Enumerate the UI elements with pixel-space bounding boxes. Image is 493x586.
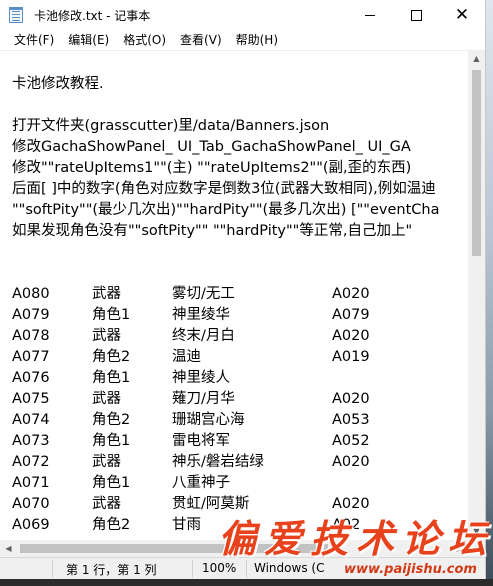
maximize-button[interactable] (393, 0, 439, 30)
item-type: 角色1 (92, 475, 131, 491)
item-ref: A019 (332, 349, 370, 365)
item-code: A075 (12, 391, 50, 407)
scroll-down-icon[interactable]: ▼ (468, 523, 485, 540)
item-ref: A053 (332, 412, 370, 428)
scroll-right-icon[interactable]: ▶ (451, 540, 468, 557)
item-name: 神里绫人 (172, 370, 230, 386)
horizontal-scroll-thumb[interactable] (20, 544, 328, 553)
item-type: 武器 (92, 286, 121, 302)
item-name: 珊瑚宫心海 (172, 412, 245, 428)
notepad-window: 卡池修改.txt - 记事本 ✕ 文件(F) 编辑(E) 格式(O) 查看(V)… (0, 0, 486, 586)
text-line: 打开文件夹(grasscutter)里/data/Banners.json (12, 118, 330, 134)
item-code: A079 (12, 307, 50, 323)
close-button[interactable]: ✕ (439, 0, 485, 30)
item-code: A069 (12, 517, 50, 533)
item-type: 武器 (92, 454, 121, 470)
text-line: ""softPity""(最少几次出)""hardPity""(最多几次出) [… (12, 202, 440, 218)
item-code: A071 (12, 475, 50, 491)
text-line: 卡池修改教程. (12, 76, 104, 92)
item-name: 温迪 (172, 349, 201, 365)
maximize-icon (410, 9, 422, 21)
item-code: A074 (12, 412, 50, 428)
item-ref: A020 (332, 328, 370, 344)
text-editor[interactable]: 卡池修改教程. 打开文件夹(grasscutter)里/data/Banners… (0, 50, 468, 541)
taskbar-strip (0, 579, 493, 586)
notepad-icon (9, 7, 23, 23)
close-icon: ✕ (454, 4, 470, 25)
item-name: 甘雨 (172, 517, 201, 533)
item-type: 角色2 (92, 412, 131, 428)
text-line: 如果发现角色没有""softPity"" ""hardPity""等正常,自己加… (12, 223, 413, 239)
item-type: 武器 (92, 496, 121, 512)
menu-edit[interactable]: 编辑(E) (61, 30, 116, 50)
item-ref: A020 (332, 286, 370, 302)
item-ref: A020 (332, 496, 370, 512)
menu-view[interactable]: 查看(V) (173, 30, 229, 50)
item-ref: A020 (332, 454, 370, 470)
scroll-left-icon[interactable]: ◀ (0, 540, 17, 557)
item-name: 薙刀/月华 (172, 391, 235, 407)
item-name: 雷电将军 (172, 433, 230, 449)
status-bar: 第 1 行，第 1 列 100% Windows (C (0, 557, 485, 580)
item-name: 雾切/无工 (172, 286, 235, 302)
zoom-level: 100% (202, 561, 237, 575)
scroll-up-icon[interactable]: ▲ (468, 50, 485, 67)
text-line: 后面[ ]中的数字(角色对应数字是倒数3位(武器大致相同),例如温迪 (12, 181, 436, 197)
menu-format[interactable]: 格式(O) (116, 30, 173, 50)
scrollbar-corner (468, 540, 485, 557)
status-divider (246, 560, 247, 578)
item-code: A080 (12, 286, 50, 302)
item-ref: A020 (332, 391, 370, 407)
item-type: 武器 (92, 391, 121, 407)
item-type: 角色1 (92, 433, 131, 449)
item-name: 神里绫华 (172, 307, 230, 323)
minimize-icon (365, 14, 375, 16)
menu-bar: 文件(F) 编辑(E) 格式(O) 查看(V) 帮助(H) (0, 30, 485, 50)
item-code: A078 (12, 328, 50, 344)
item-code: A070 (12, 496, 50, 512)
item-type: 角色2 (92, 349, 131, 365)
status-divider (52, 560, 53, 578)
item-type: 角色1 (92, 370, 131, 386)
item-code: A076 (12, 370, 50, 386)
item-name: 八重神子 (172, 475, 230, 491)
text-line: 修改GachaShowPanel_ UI_Tab_GachaShowPanel_… (12, 139, 411, 155)
item-type: 武器 (92, 328, 121, 344)
item-name: 贯虹/阿莫斯 (172, 496, 250, 512)
desktop-background (486, 0, 493, 586)
item-ref: A02 (332, 517, 361, 533)
horizontal-scrollbar[interactable]: ◀ ▶ (0, 540, 468, 557)
cursor-position: 第 1 行，第 1 列 (66, 563, 157, 577)
vertical-scrollbar[interactable]: ▲ ▼ (468, 50, 485, 540)
item-code: A077 (12, 349, 50, 365)
item-ref: A052 (332, 433, 370, 449)
minimize-button[interactable] (347, 0, 393, 30)
item-name: 终末/月白 (172, 328, 235, 344)
menu-file[interactable]: 文件(F) (0, 30, 61, 50)
text-line: 修改""rateUpItems1""(主) ""rateUpItems2""(副… (12, 160, 412, 176)
vertical-scroll-thumb[interactable] (472, 70, 481, 256)
item-type: 角色2 (92, 517, 131, 533)
status-divider (192, 560, 193, 578)
item-name: 神乐/磐岩结绿 (172, 454, 264, 470)
line-ending: Windows (C (254, 561, 325, 575)
item-ref: A079 (332, 307, 370, 323)
title-bar[interactable]: 卡池修改.txt - 记事本 ✕ (0, 0, 485, 30)
item-type: 角色1 (92, 307, 131, 323)
window-title: 卡池修改.txt - 记事本 (34, 9, 151, 23)
menu-help[interactable]: 帮助(H) (229, 30, 285, 50)
item-code: A073 (12, 433, 50, 449)
item-code: A072 (12, 454, 50, 470)
